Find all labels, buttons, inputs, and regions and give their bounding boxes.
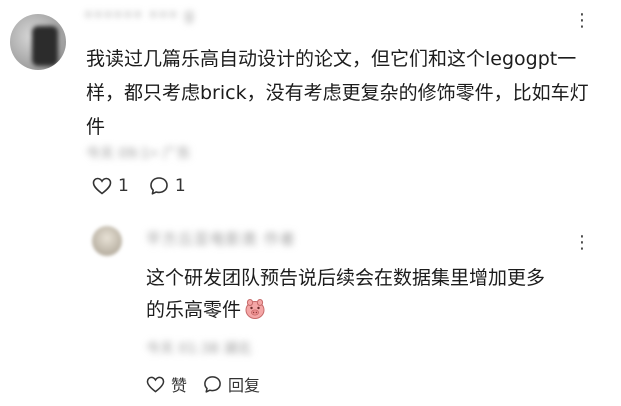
- like-count: 1: [118, 176, 129, 196]
- heart-icon: [146, 376, 165, 393]
- like-button[interactable]: 1: [92, 176, 129, 196]
- comment-username[interactable]: •••••• ••• g: [84, 6, 195, 24]
- more-options-icon[interactable]: ⋮: [573, 10, 593, 31]
- reply-avatar[interactable]: [92, 226, 122, 256]
- reply-button[interactable]: 1: [149, 176, 186, 196]
- reply-username[interactable]: 平方丘亚电影类 作者: [146, 228, 296, 249]
- comment-bubble-icon: [203, 375, 222, 394]
- reply-text: 这个研发团队预告说后续会在数据集里增加更多的乐高零件: [146, 262, 546, 326]
- reply-reply-button[interactable]: 回复: [203, 372, 260, 396]
- pig-face-emoji-icon: [244, 298, 266, 320]
- heart-icon: [92, 177, 112, 195]
- reply-like-button[interactable]: 赞: [146, 372, 187, 396]
- comment-bubble-icon: [149, 176, 169, 196]
- reply-actions: 赞 回复: [146, 372, 260, 396]
- comment-actions: 1 1: [92, 176, 186, 196]
- comment-text: 我读过几篇乐高自动设计的论文，但它们和这个legogpt一样，都只考虑brick…: [86, 48, 589, 138]
- reply-count: 1: [174, 176, 186, 196]
- reply-like-label: 赞: [171, 376, 188, 395]
- more-options-icon[interactable]: ⋮: [573, 232, 593, 253]
- avatar[interactable]: [10, 14, 66, 70]
- reply-text-content: 这个研发团队预告说后续会在数据集里增加更多的乐高零件: [146, 267, 546, 321]
- reply-reply-label: 回复: [228, 376, 261, 395]
- comment-meta: 今天 09:1• 广东: [86, 146, 191, 162]
- reply-meta: 今天 01:38 湖北: [146, 341, 252, 357]
